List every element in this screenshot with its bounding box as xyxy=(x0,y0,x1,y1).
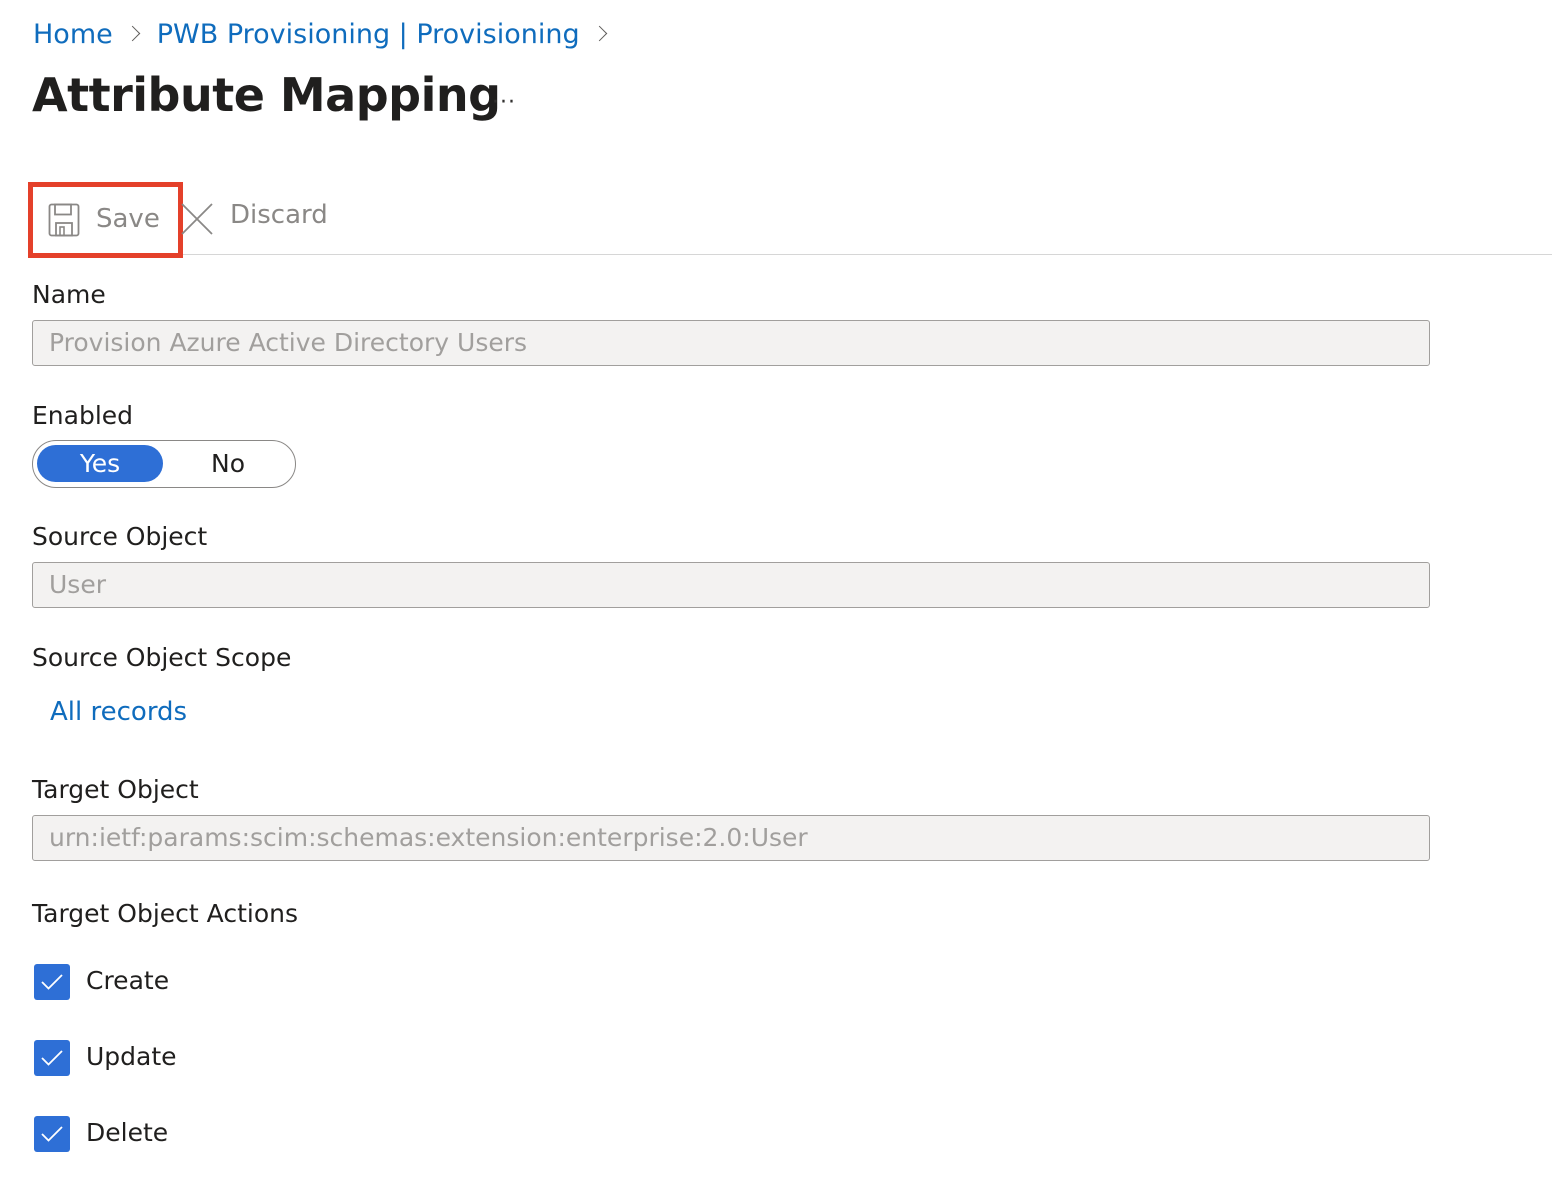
save-icon xyxy=(48,203,80,237)
name-field[interactable]: Provision Azure Active Directory Users xyxy=(32,320,1430,366)
chevron-right-icon xyxy=(580,14,624,54)
name-label: Name xyxy=(32,280,106,309)
source-object-field[interactable]: User xyxy=(32,562,1430,608)
discard-button[interactable]: Discard xyxy=(180,187,330,253)
source-object-scope-link[interactable]: All records xyxy=(50,697,187,727)
save-button[interactable]: Save xyxy=(28,182,183,258)
discard-label: Discard xyxy=(230,200,328,230)
enabled-no-option[interactable]: No xyxy=(165,445,291,482)
create-checkbox[interactable] xyxy=(34,964,70,1000)
save-label: Save xyxy=(96,204,160,234)
page-title: Attribute Mapping xyxy=(32,68,501,122)
checkmark-icon xyxy=(41,1126,63,1142)
chevron-right-icon xyxy=(113,14,157,54)
update-checkbox[interactable] xyxy=(34,1040,70,1076)
close-icon xyxy=(181,203,213,235)
breadcrumb: Home PWB Provisioning | Provisioning xyxy=(33,14,624,54)
update-checkbox-label: Update xyxy=(86,1042,177,1071)
checkmark-icon xyxy=(41,1050,63,1066)
enabled-label: Enabled xyxy=(32,401,134,430)
breadcrumb-home-link[interactable]: Home xyxy=(33,19,113,50)
breadcrumb-provisioning-link[interactable]: PWB Provisioning | Provisioning xyxy=(157,19,580,50)
target-object-actions-label: Target Object Actions xyxy=(32,899,298,928)
source-object-label: Source Object xyxy=(32,522,208,551)
target-object-field[interactable]: urn:ietf:params:scim:schemas:extension:e… xyxy=(32,815,1430,861)
checkmark-icon xyxy=(41,974,63,990)
more-options-button[interactable]: ··· xyxy=(484,82,524,122)
delete-checkbox[interactable] xyxy=(34,1116,70,1152)
enabled-toggle: Yes No xyxy=(32,440,296,488)
delete-checkbox-label: Delete xyxy=(86,1118,169,1147)
enabled-yes-option[interactable]: Yes xyxy=(37,445,163,482)
target-object-label: Target Object xyxy=(32,775,199,804)
source-object-scope-label: Source Object Scope xyxy=(32,643,292,672)
create-checkbox-label: Create xyxy=(86,966,170,995)
command-bar: Save Discard xyxy=(28,182,1552,258)
attribute-mapping-page: Home PWB Provisioning | Provisioning Att… xyxy=(0,0,1552,1196)
